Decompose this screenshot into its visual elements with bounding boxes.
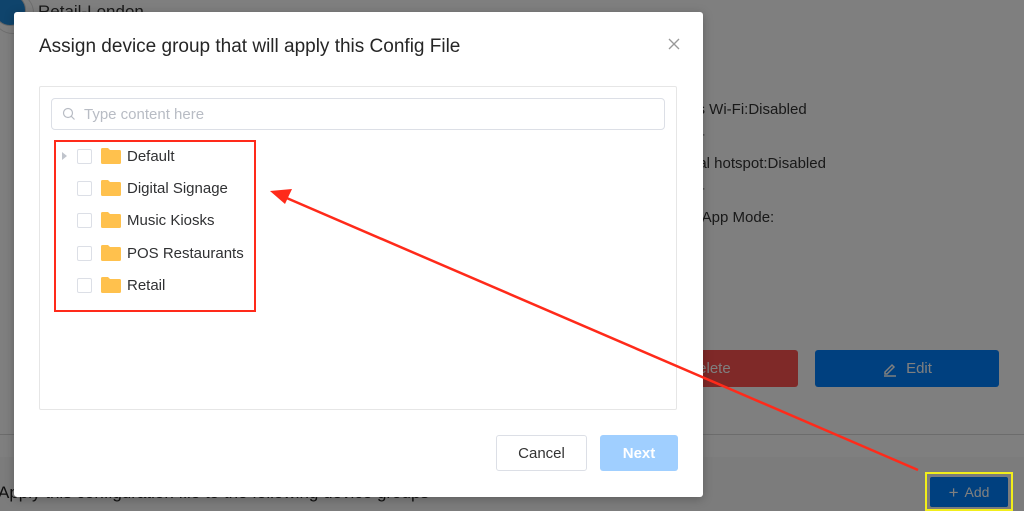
dialog-title: Assign device group that will apply this…	[39, 36, 461, 57]
close-icon	[668, 38, 680, 50]
next-button[interactable]: Next	[600, 435, 678, 471]
annotation-highlight-add-button	[925, 472, 1013, 511]
cancel-button[interactable]: Cancel	[496, 435, 587, 471]
search-icon	[62, 107, 75, 120]
annotation-highlight-group-list	[54, 140, 256, 312]
close-button[interactable]	[664, 34, 684, 54]
search-box[interactable]	[51, 98, 665, 130]
search-input[interactable]	[82, 104, 646, 124]
